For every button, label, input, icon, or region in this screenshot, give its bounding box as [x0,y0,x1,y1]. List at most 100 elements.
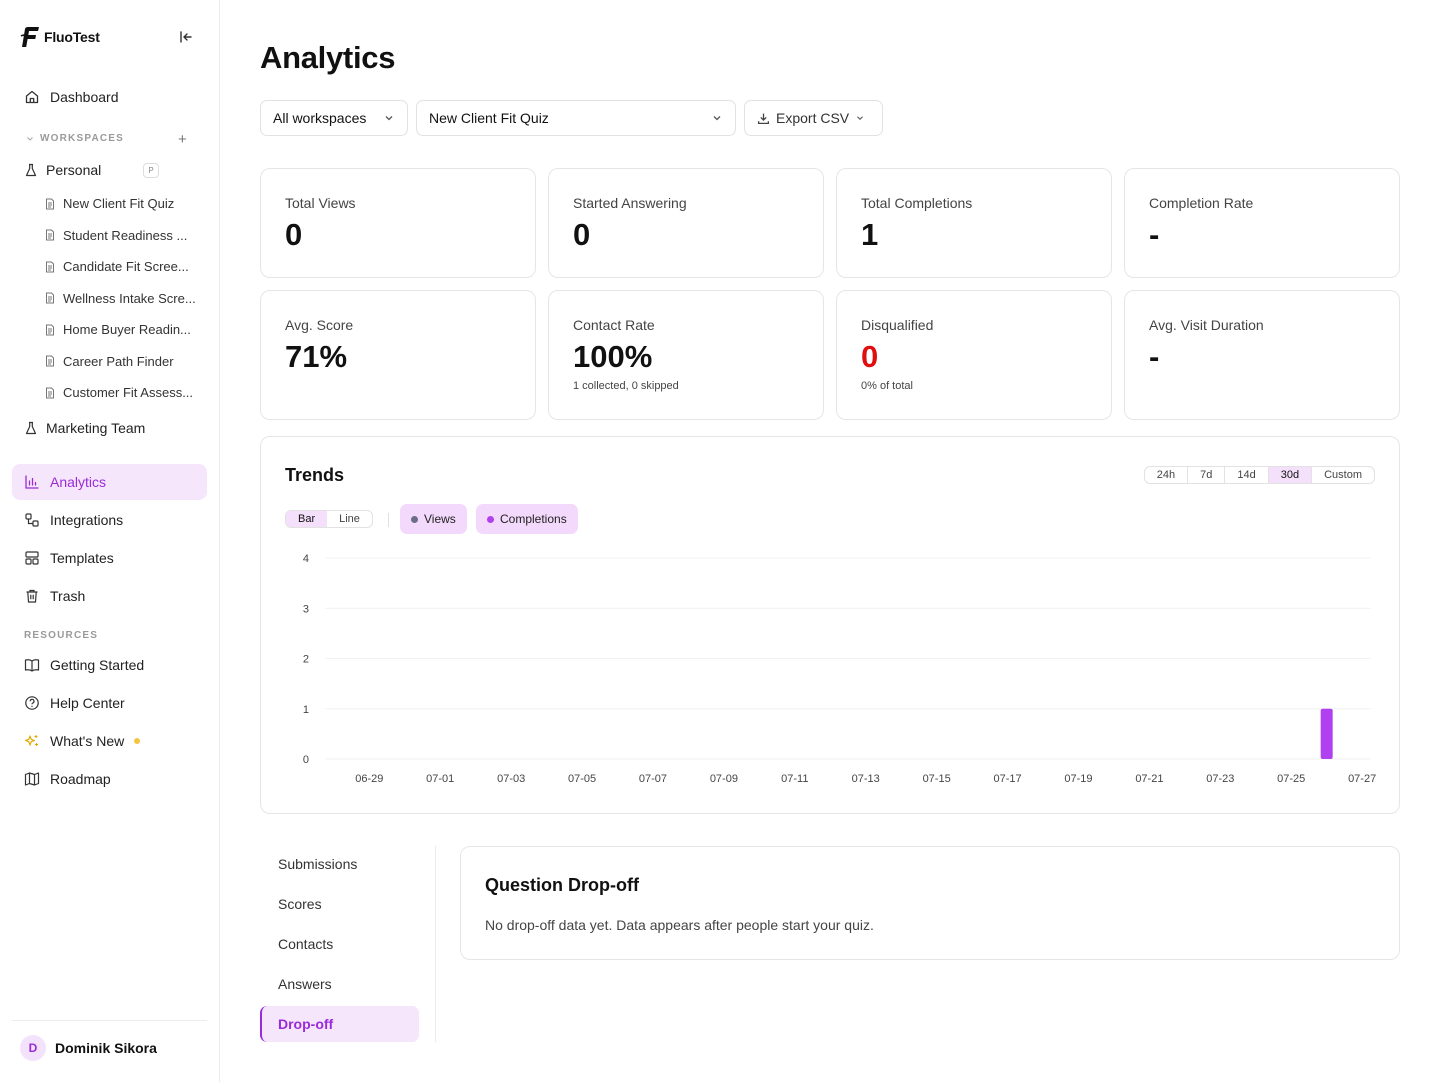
file-icon [46,292,54,304]
stat-card: Disqualified 0 0% of total [836,290,1112,420]
stat-label: Total Views [285,195,356,211]
nav-integrations[interactable]: Integrations [12,503,207,537]
flask-icon [25,163,37,177]
nav-roadmap-label: Roadmap [50,771,111,787]
stat-card: Avg. Visit Duration - [1124,290,1400,420]
x-tick-label: 07-13 [852,773,880,785]
file-icon [46,198,54,209]
y-tick-label: 3 [303,603,309,615]
sidebar: FluoTest Dashboard WORKSPACES + Personal… [0,0,220,1082]
chevron-down-icon [385,116,393,121]
nav-trash[interactable]: Trash [12,579,207,613]
stat-value: 71% [285,339,348,374]
stat-value: - [1149,217,1160,252]
stat-subtext: 0% of total [861,380,913,392]
stat-value: 0 [285,217,303,252]
stat-value: 1 [861,217,879,252]
nav-analytics[interactable]: Analytics [12,464,207,500]
quiz-item[interactable]: Candidate Fit Scree... [44,259,204,274]
trends-chart: 0 1 2 3 4 06-29 07-01 07-03 07-05 07-07 07-09 07-11… [303,553,1376,785]
nav-dashboard[interactable]: Dashboard [12,80,207,114]
quiz-item[interactable]: Home Buyer Readin... [44,322,204,337]
quiz-select[interactable]: New Client Fit Quiz [416,100,736,136]
nav-templates[interactable]: Templates [12,541,207,575]
file-icon [46,229,54,241]
file-icon [46,387,54,398]
nav-getting-started-label: Getting Started [50,657,145,673]
avatar: D [20,1035,46,1061]
nav-templates-label: Templates [50,550,114,566]
workspaces-section[interactable]: WORKSPACES [26,133,124,144]
workspace-marketing-team[interactable]: Marketing Team [24,420,145,436]
dropoff-title: Question Drop-off [485,875,639,895]
workspace-select[interactable]: All workspaces [260,100,408,136]
quiz-item[interactable]: Customer Fit Assess... [44,385,204,400]
x-tick-label: 07-21 [1135,773,1163,785]
file-icon [46,355,54,367]
stat-label: Started Answering [573,195,687,211]
tab-drop-off[interactable]: Drop-off [260,1006,419,1042]
chevron-down-icon [857,116,864,121]
dropoff-card: Question Drop-off No drop-off data yet. … [460,846,1400,960]
book-icon [24,659,40,672]
file-icon [46,324,54,335]
integrations-icon [25,513,39,527]
quiz-item-label: Customer Fit Assess... [63,385,194,400]
export-csv-button[interactable]: Export CSV [744,100,883,136]
brand[interactable]: FluoTest [20,26,100,48]
quiz-item[interactable]: Career Path Finder [44,354,204,369]
quiz-item-label: Career Path Finder [63,353,174,369]
help-circle-icon [25,696,39,710]
x-tick-label: 07-23 [1206,773,1234,785]
x-tick-label: 07-11 [781,773,808,785]
templates-icon [25,551,39,565]
x-tick-label: 07-05 [568,773,596,785]
x-tick-label: 07-15 [923,773,951,785]
fluotest-logo-icon [20,27,39,47]
stat-label: Completion Rate [1149,195,1254,211]
bar-completions[interactable] [1320,708,1333,759]
tab-scores[interactable]: Scores [260,886,419,922]
chevron-down-icon [713,116,721,121]
x-tick-label: 07-07 [639,773,667,785]
stat-label: Disqualified [861,317,934,333]
nav-whats-new[interactable]: What's New [12,724,207,758]
user-profile[interactable]: D Dominik Sikora [12,1020,207,1061]
nav-roadmap[interactable]: Roadmap [12,762,207,796]
new-indicator-dot [134,738,141,744]
quiz-item[interactable]: Student Readiness ... [44,228,204,243]
add-workspace-button[interactable]: + [178,131,187,148]
flask-icon [25,421,37,435]
workspace-personal[interactable]: Personal [24,162,101,178]
brand-name: FluoTest [44,29,100,45]
quiz-item-label: New Client Fit Quiz [63,196,175,211]
workspace-marketing-label: Marketing Team [46,420,146,436]
x-tick-label: 07-27 [1348,773,1376,785]
stat-subtext: 1 collected, 0 skipped [573,380,679,392]
nav-trash-label: Trash [50,588,86,604]
x-tick-label: 07-19 [1064,773,1092,785]
trash-icon [26,589,38,603]
quiz-item[interactable]: Wellness Intake Scre... [44,291,204,306]
quiz-item[interactable]: New Client Fit Quiz [44,196,204,211]
tab-contacts[interactable]: Contacts [260,926,419,962]
x-tick-label: 07-03 [497,773,525,785]
x-tick-label: 07-17 [993,773,1021,785]
quiz-select-value: New Client Fit Quiz [429,110,549,126]
stat-value: 100% [573,339,653,374]
y-tick-label: 2 [303,654,309,666]
collapse-sidebar-icon[interactable] [178,29,194,45]
detail-tabs: Submissions Scores Contacts Answers Drop-off [260,846,436,1042]
x-tick-label: 07-25 [1277,773,1305,785]
nav-getting-started[interactable]: Getting Started [12,648,207,682]
x-tick-label: 07-01 [426,773,454,785]
y-tick-label: 0 [303,754,309,766]
nav-help-center[interactable]: Help Center [12,686,207,720]
chevron-down-icon [27,136,33,141]
tab-answers[interactable]: Answers [260,966,419,1002]
home-icon [25,90,39,104]
stat-label: Total Completions [861,195,973,211]
tab-submissions[interactable]: Submissions [260,846,419,882]
y-tick-label: 1 [303,704,309,716]
bar-chart-icon [25,475,39,489]
